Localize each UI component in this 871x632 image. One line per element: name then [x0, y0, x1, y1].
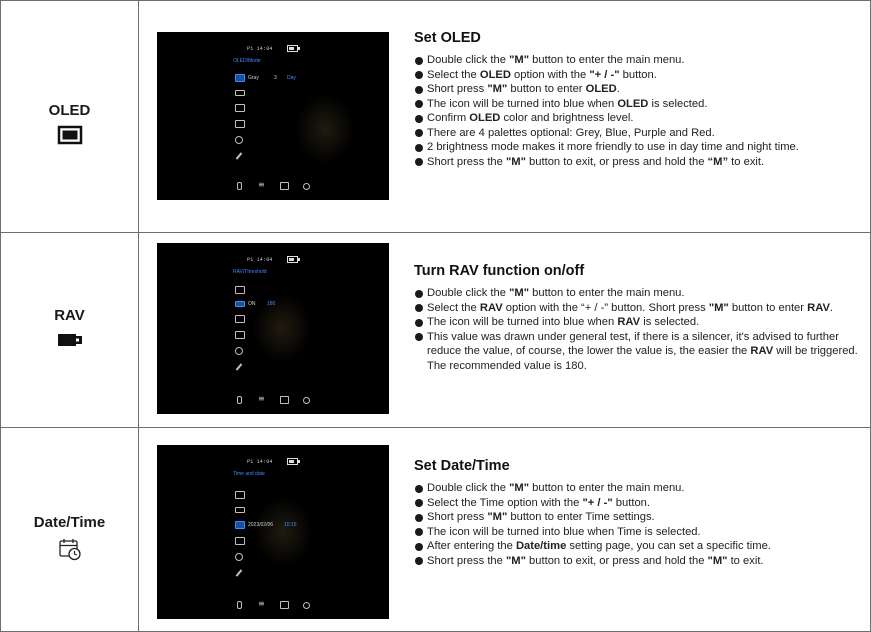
wrench-menu-icon: [235, 363, 243, 371]
wifi-icon: [258, 180, 266, 190]
mic-icon: [237, 601, 242, 609]
oled-menu-icon: [235, 491, 245, 499]
bullet-item: Short press "M" button to enter Time set…: [414, 510, 859, 525]
bullet-item: This value was drawn under general test,…: [414, 330, 859, 374]
wifi-icon: [258, 599, 266, 609]
calendar-menu-icon: [235, 104, 245, 112]
calendar-clock-icon: [58, 537, 82, 561]
section-heading: Set OLED: [414, 30, 481, 46]
feature-description: Turn RAV function on/off Double click th…: [414, 263, 859, 373]
feature-label: OLED: [48, 102, 91, 119]
rav-silencer-icon: [57, 330, 83, 350]
menu-title: RAV/Threshold: [233, 269, 267, 275]
device-screenshot: P1 14:04 OLED/Mode Gray 3 Day: [157, 32, 389, 200]
bullet-item: Short press "M" button to enter OLED.: [414, 82, 859, 97]
thermal-deer-image: [295, 94, 355, 164]
menu-title: Time and date: [233, 471, 265, 477]
date-value: 2023/02/06: [248, 522, 274, 528]
picture-icon: [280, 601, 289, 609]
section-heading: Turn RAV function on/off: [414, 263, 585, 279]
bullet-item: After entering the Date/time setting pag…: [414, 539, 859, 554]
section-heading: Set Date/Time: [414, 458, 510, 474]
brightness-value: 3: [274, 75, 277, 81]
battery-icon: [287, 45, 300, 52]
rav-state-value: ON: [248, 301, 256, 307]
bullet-item: Double click the "M" button to enter the…: [414, 53, 859, 68]
bullet-item: There are 4 palettes optional: Grey, Blu…: [414, 126, 859, 141]
status-bar-text: P1 14:04: [247, 459, 273, 465]
calendar-menu-icon: [235, 521, 245, 529]
feature-description: Set OLED Double click the "M" button to …: [414, 30, 859, 169]
rav-threshold-value: 180: [267, 301, 276, 307]
image-menu-icon: [235, 331, 245, 339]
bullet-list: Double click the "M" button to enter the…: [414, 53, 859, 169]
image-menu-icon: [235, 537, 245, 545]
bullet-item: Short press the "M" button to exit, or p…: [414, 554, 859, 569]
picture-icon: [280, 396, 289, 404]
feature-label-cell: OLED: [1, 102, 138, 145]
wifi-icon: [258, 394, 266, 404]
feature-label: Date/Time: [33, 514, 106, 531]
feature-table: OLED P1 14:04 OLED/Mode Gray 3 Day ≡ Set…: [0, 0, 871, 632]
wrench-menu-icon: [235, 569, 243, 577]
picture-icon: [280, 182, 289, 190]
status-bar-text: P1 14:04: [247, 46, 273, 52]
battery-icon: [287, 458, 300, 465]
time-value: 10:15: [284, 522, 297, 528]
bullet-item: Select the Time option with the "+ / -" …: [414, 496, 859, 511]
bullet-item: The icon will be turned into blue when T…: [414, 525, 859, 540]
bullet-list: Double click the "M" button to enter the…: [414, 481, 859, 568]
calendar-menu-icon: [235, 315, 245, 323]
rav-menu-icon: [235, 301, 245, 307]
menu-title: OLED/Mode: [233, 58, 261, 64]
battery-icon: [287, 256, 300, 263]
bullet-item: Double click the "M" button to enter the…: [414, 286, 859, 301]
thermal-deer-image: [253, 497, 313, 567]
mic-icon: [237, 182, 242, 190]
device-screenshot: P1 14:04 Time and date 2023/02/06 10:15: [157, 445, 389, 619]
feature-label: RAV: [54, 307, 85, 324]
rav-menu-icon: [235, 507, 245, 513]
palette-value: Gray: [248, 75, 259, 81]
bullet-item: Short press the "M" button to exit, or p…: [414, 155, 859, 170]
gear-menu-icon: [235, 347, 243, 355]
feature-label-cell: RAV: [1, 307, 138, 350]
link-icon: [303, 602, 310, 609]
thermal-deer-image: [252, 293, 312, 363]
gear-menu-icon: [235, 553, 243, 561]
bullet-item: Select the RAV option with the “+ / -” b…: [414, 301, 859, 316]
bullet-item: Double click the "M" button to enter the…: [414, 481, 859, 496]
link-icon: [303, 183, 310, 190]
bullet-item: 2 brightness mode makes it more friendly…: [414, 140, 859, 155]
bullet-item: The icon will be turned into blue when O…: [414, 97, 859, 112]
bullet-item: The icon will be turned into blue when R…: [414, 315, 859, 330]
status-bar-text: P1 14:04: [247, 257, 273, 263]
gear-menu-icon: [235, 136, 243, 144]
device-screenshot: P1 14:04 RAV/Threshold ON 180: [157, 243, 389, 414]
bullet-item: Confirm OLED color and brightness level.: [414, 111, 859, 126]
mic-icon: [237, 396, 242, 404]
oled-menu-icon: [235, 74, 245, 82]
mode-value: Day: [287, 75, 296, 81]
rav-menu-icon: [235, 90, 245, 96]
link-icon: [303, 397, 310, 404]
table-row: RAV P1 14:04 RAV/Threshold ON 180 ≡ Turn…: [0, 233, 871, 427]
bullet-list: Double click the "M" button to enter the…: [414, 286, 859, 373]
bullet-item: Select the OLED option with the "+ / -" …: [414, 68, 859, 83]
image-menu-icon: [235, 120, 245, 128]
table-row: Date/Time P1 14:04 Time and date 2023/02…: [0, 428, 871, 631]
feature-description: Set Date/Time Double click the "M" butto…: [414, 458, 859, 568]
table-row: OLED P1 14:04 OLED/Mode Gray 3 Day ≡ Set…: [0, 0, 871, 232]
feature-label-cell: Date/Time: [1, 514, 138, 561]
oled-menu-icon: [235, 286, 245, 294]
wrench-menu-icon: [235, 152, 243, 160]
display-rect-icon: [57, 125, 83, 145]
